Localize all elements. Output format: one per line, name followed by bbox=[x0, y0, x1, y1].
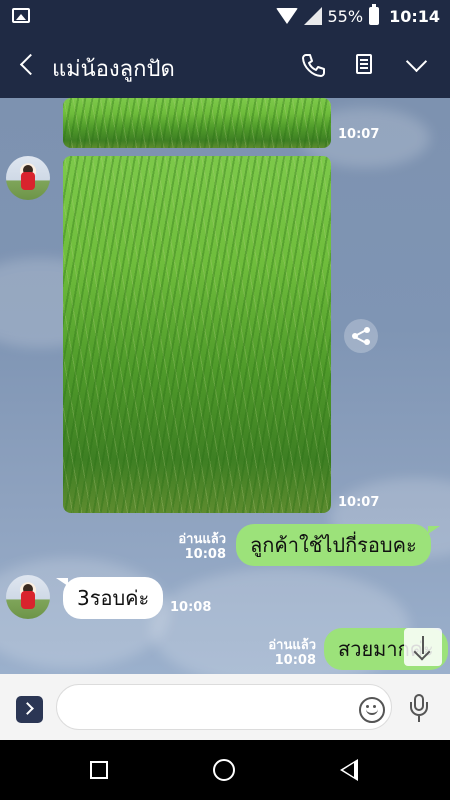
share-icon[interactable] bbox=[344, 319, 378, 353]
home-icon[interactable] bbox=[213, 759, 235, 781]
navigation-bar bbox=[0, 740, 450, 800]
wifi-icon bbox=[275, 8, 298, 24]
status-bar: 55% 10:14 bbox=[0, 0, 450, 32]
image-notification-icon bbox=[12, 8, 30, 23]
image-message[interactable] bbox=[63, 98, 331, 148]
recent-apps-icon[interactable] bbox=[90, 761, 108, 779]
message-time: 10:07 bbox=[338, 127, 380, 142]
avatar[interactable] bbox=[6, 575, 50, 619]
chat-area[interactable]: 10:07 10:07 อ่านแล้ว 10:08 ลูกค้าใช้ไปกี… bbox=[0, 98, 450, 674]
status-icons: 55% 10:14 bbox=[275, 0, 440, 32]
chat-header: แม่น้องลูกปัด bbox=[0, 32, 450, 98]
battery-icon bbox=[369, 4, 380, 25]
back-nav-icon[interactable] bbox=[340, 759, 358, 781]
image-message[interactable] bbox=[63, 156, 331, 513]
chat-title: แม่น้องลูกปัด bbox=[52, 57, 175, 82]
message-time: 10:08 bbox=[170, 600, 212, 615]
microphone-icon[interactable] bbox=[407, 694, 433, 724]
battery-percent: 55% bbox=[327, 6, 364, 26]
notes-icon[interactable] bbox=[350, 50, 380, 80]
scroll-down-button[interactable] bbox=[404, 628, 442, 666]
phone-icon[interactable] bbox=[298, 50, 328, 80]
emoji-icon[interactable] bbox=[359, 697, 385, 723]
chevron-down-icon[interactable] bbox=[402, 50, 432, 80]
status-time: 10:14 bbox=[389, 6, 440, 26]
read-receipt: อ่านแล้ว 10:08 bbox=[268, 638, 316, 668]
message-input[interactable] bbox=[56, 684, 392, 730]
input-bar bbox=[0, 674, 450, 740]
avatar[interactable] bbox=[6, 156, 50, 200]
signal-icon bbox=[303, 7, 322, 25]
bubble-tail bbox=[428, 526, 440, 534]
expand-icon[interactable] bbox=[16, 696, 43, 723]
back-icon[interactable] bbox=[14, 50, 42, 80]
read-receipt: อ่านแล้ว 10:08 bbox=[178, 532, 226, 562]
incoming-message[interactable]: 3รอบค่ะ bbox=[63, 577, 164, 619]
message-time: 10:07 bbox=[338, 495, 380, 510]
outgoing-message[interactable]: ลูกค้าใช้ไปกี่รอบคะ bbox=[236, 524, 431, 566]
